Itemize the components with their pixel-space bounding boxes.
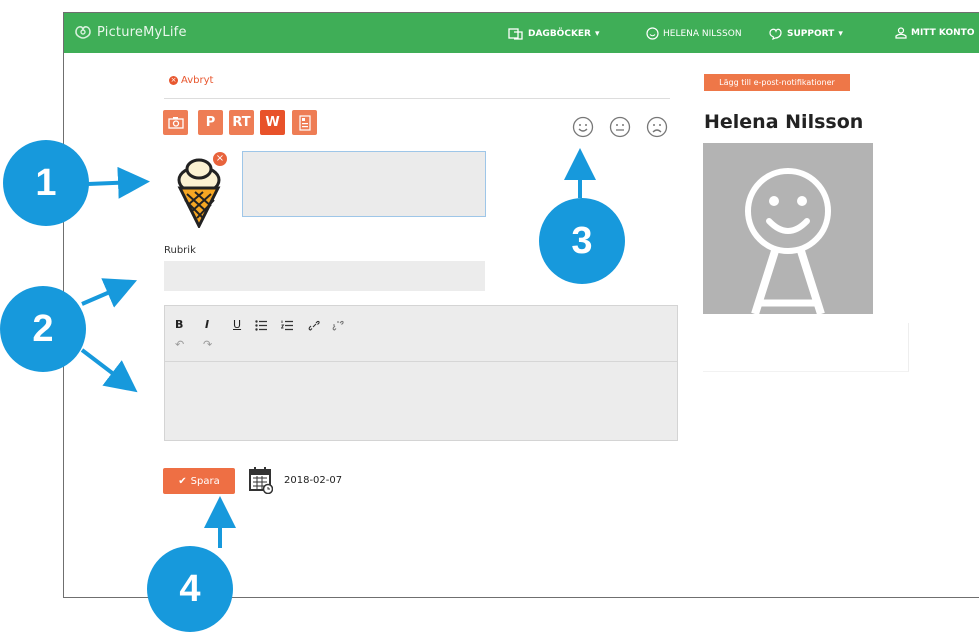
annotation-arrows: [80, 148, 596, 548]
callout-1: 1: [3, 140, 89, 226]
callout-2: 2: [0, 286, 86, 372]
callout-3: 3: [539, 198, 625, 284]
callout-4: 4: [147, 546, 233, 632]
